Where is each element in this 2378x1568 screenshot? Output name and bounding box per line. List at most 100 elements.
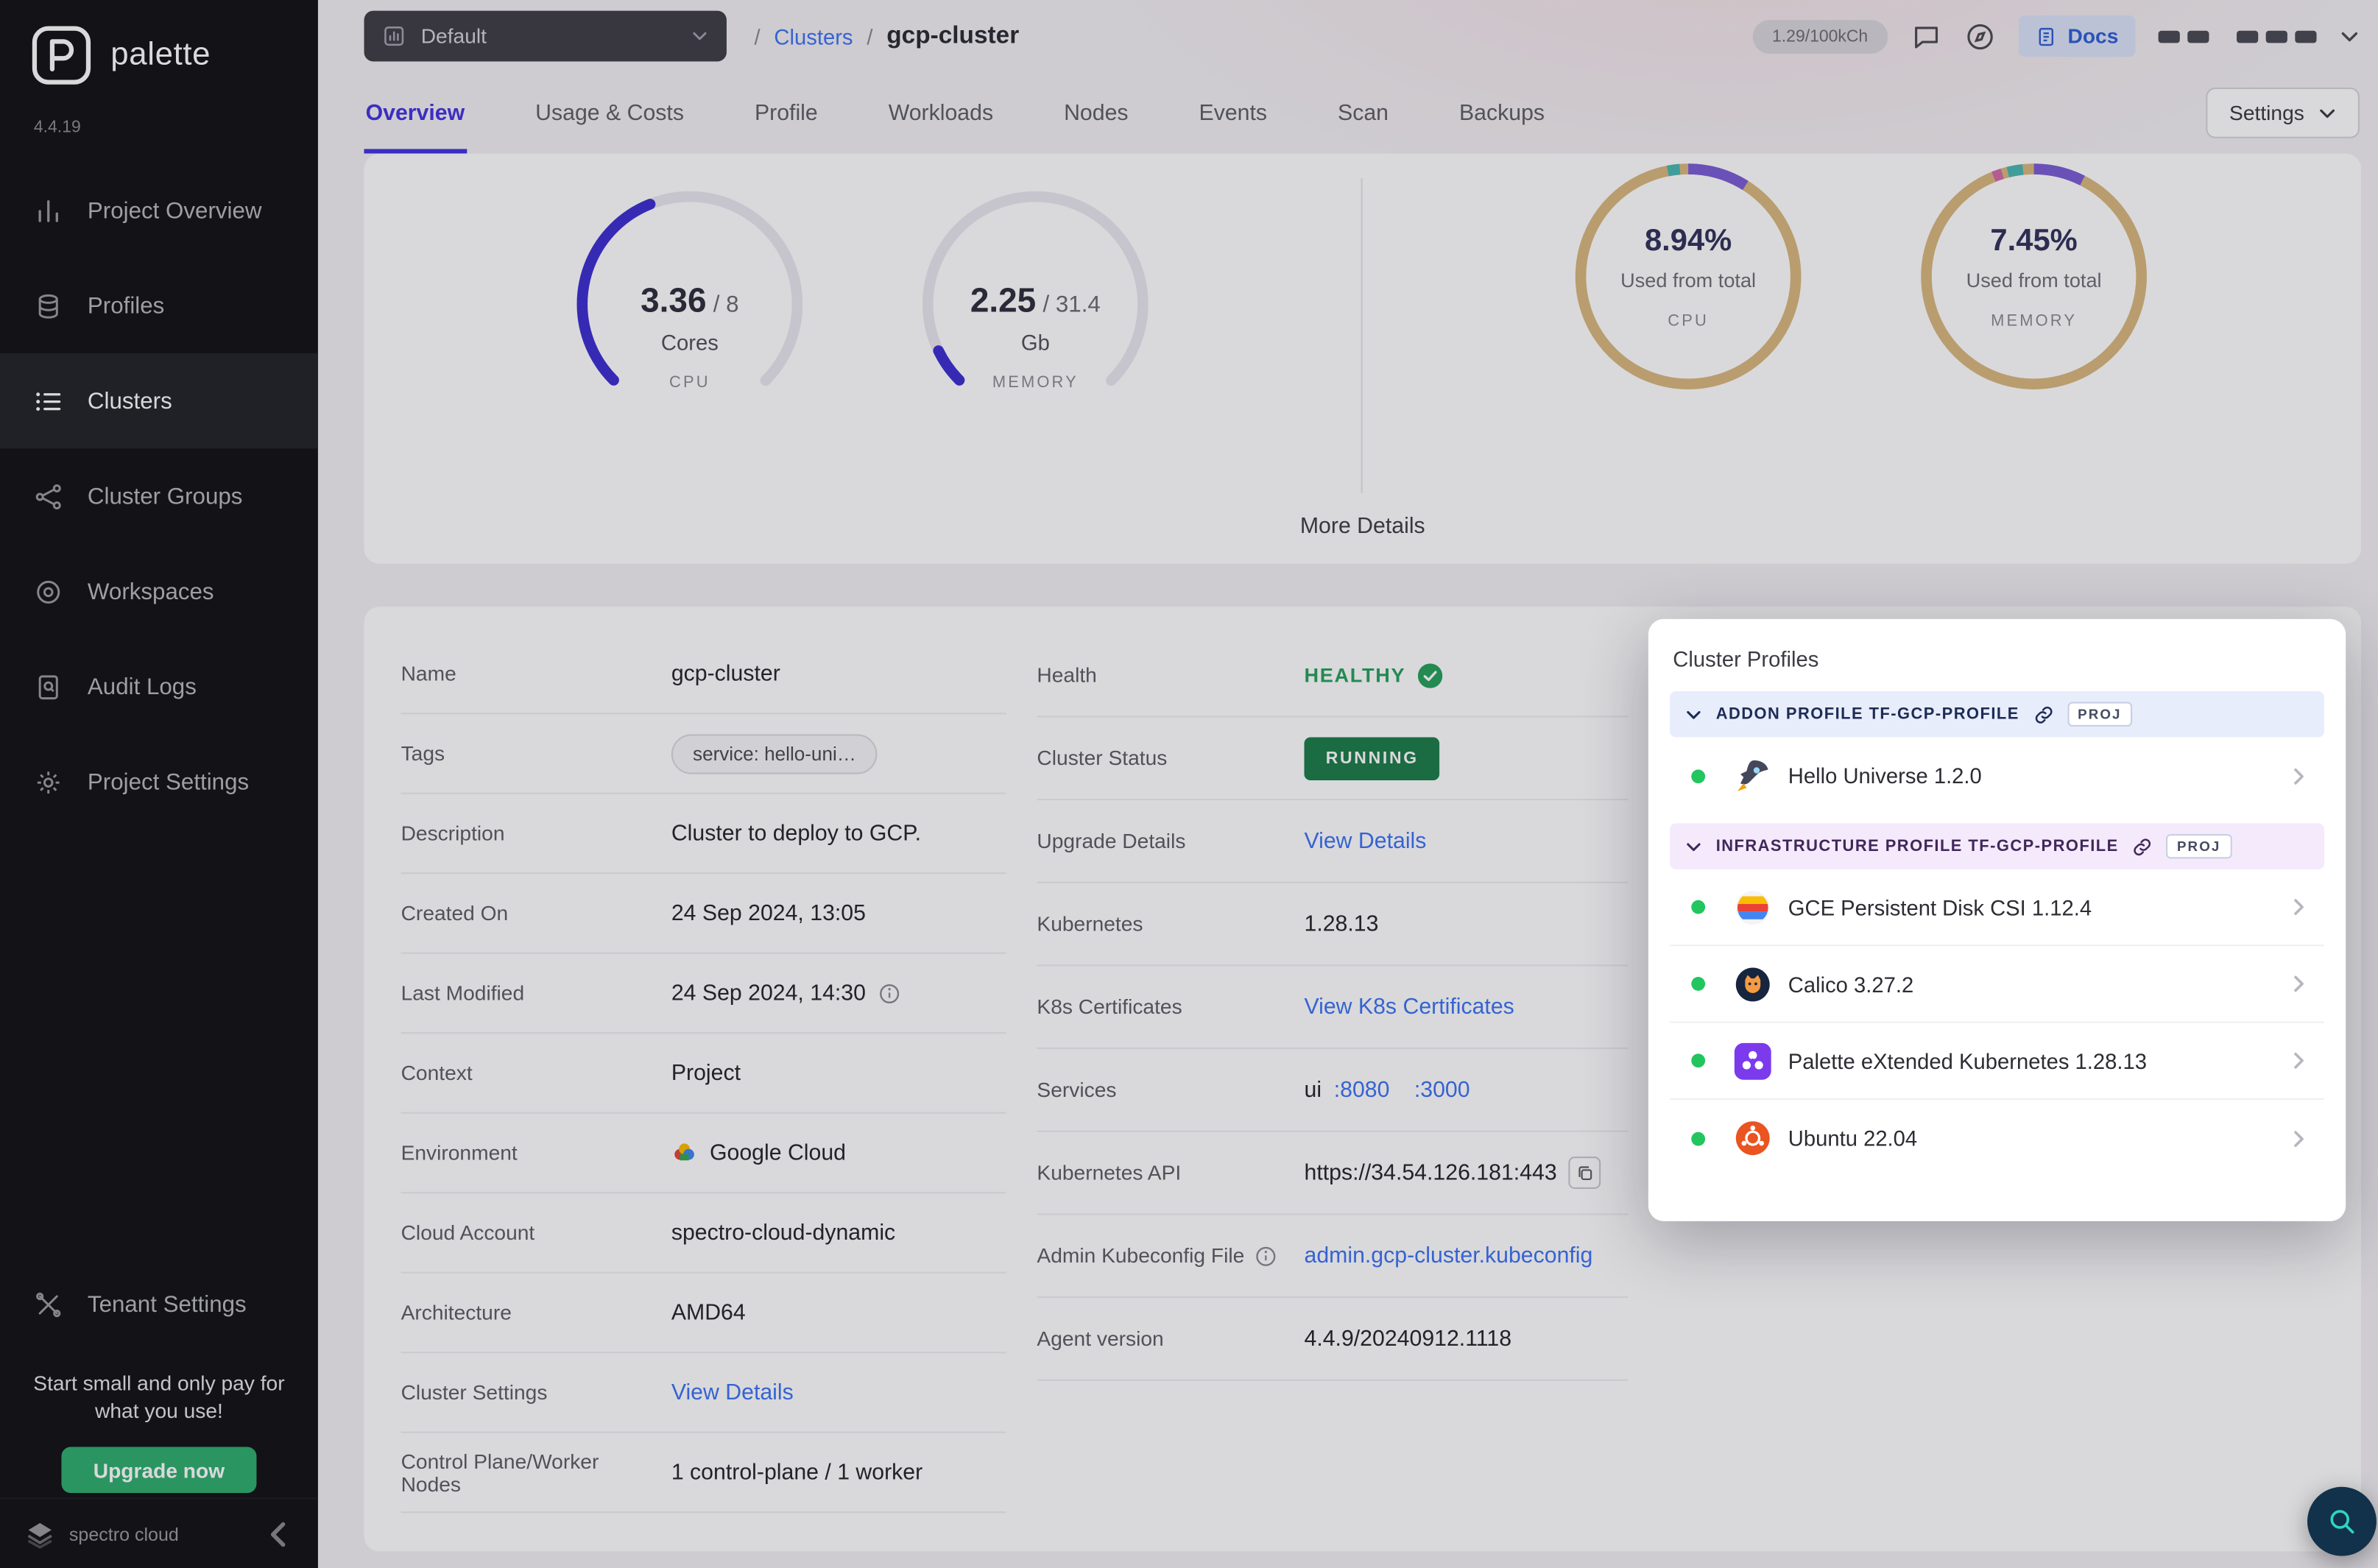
project-selector-value: Default <box>421 24 676 47</box>
sidebar-item-workspaces[interactable]: Workspaces <box>0 544 318 639</box>
detail-value: Cluster to deploy to GCP. <box>671 821 921 845</box>
detail-value: AMD64 <box>671 1300 746 1324</box>
help-compass-icon[interactable] <box>1965 21 1996 52</box>
cpu-donut-caption: Used from total <box>1570 269 1806 292</box>
sidebar-item-clusters[interactable]: Clusters <box>0 353 318 448</box>
detail-label: Architecture <box>401 1301 671 1324</box>
chat-icon[interactable] <box>1911 21 1942 52</box>
sidebar-item-audit-logs[interactable]: Audit Logs <box>0 639 318 734</box>
profile-layer-hello-universe[interactable]: Hello Universe 1.2.0 <box>1670 738 2324 814</box>
tab-usage-costs[interactable]: Usage & Costs <box>534 72 685 154</box>
collapse-sidebar-icon[interactable] <box>263 1519 294 1550</box>
link-icon <box>2132 836 2152 856</box>
tab-events[interactable]: Events <box>1197 72 1269 154</box>
tag-pill[interactable]: service: hello-uni… <box>671 733 878 773</box>
status-dot <box>1691 769 1705 783</box>
settings-button[interactable]: Settings <box>2206 88 2360 138</box>
project-selector[interactable]: Default <box>364 11 727 62</box>
memory-donut-caption: Used from total <box>1916 269 2152 292</box>
detail-label: Environment <box>401 1141 671 1164</box>
view-k8s-certificates-link[interactable]: View K8s Certificates <box>1304 995 1514 1019</box>
detail-row-k8s-certificates: K8s Certificates View K8s Certificates <box>1037 966 1628 1049</box>
document-icon <box>2036 25 2057 46</box>
tab-nodes[interactable]: Nodes <box>1062 72 1130 154</box>
detail-label: Description <box>401 822 671 844</box>
app-window: palette 4.4.19 Project Overview Profiles… <box>0 0 2378 1568</box>
chevron-right-icon <box>2289 1050 2309 1070</box>
detail-row-architecture: Architecture AMD64 <box>401 1274 1006 1354</box>
memory-donut-label: MEMORY <box>1916 312 2152 331</box>
addon-profile-section-header[interactable]: ADDON PROFILE TF-GCP-PROFILE PROJ <box>1670 691 2324 738</box>
sidebar-item-label: Profiles <box>88 292 164 318</box>
cpu-donut-label: CPU <box>1570 312 1806 331</box>
running-status-badge: RUNNING <box>1304 737 1440 780</box>
sidebar-item-project-settings[interactable]: Project Settings <box>0 734 318 829</box>
bar-chart-icon <box>34 196 63 225</box>
sidebar-item-label: Tenant Settings <box>88 1291 247 1317</box>
service-port-link[interactable]: :8080 <box>1334 1078 1390 1102</box>
detail-label: Last Modified <box>401 981 671 1004</box>
sidebar-footer: spectro cloud <box>0 1497 318 1568</box>
info-icon[interactable] <box>1255 1245 1277 1266</box>
audit-log-icon <box>34 672 63 702</box>
kubeconfig-download-link[interactable]: admin.gcp-cluster.kubeconfig <box>1304 1243 1592 1268</box>
chevron-down-icon <box>1685 706 1702 723</box>
detail-row-cloud-account: Cloud Account spectro-cloud-dynamic <box>401 1193 1006 1274</box>
target-icon <box>34 577 63 607</box>
chevron-right-icon <box>2289 974 2309 994</box>
detail-value: Project <box>671 1061 741 1085</box>
info-icon[interactable] <box>878 982 900 1003</box>
more-details-link[interactable]: More Details <box>364 515 2362 539</box>
tab-overview[interactable]: Overview <box>364 72 467 154</box>
service-name: ui <box>1304 1078 1322 1102</box>
status-dot <box>1691 900 1705 914</box>
service-port-link[interactable]: :3000 <box>1414 1078 1470 1102</box>
node-graph-icon <box>34 481 63 511</box>
sidebar-item-cluster-groups[interactable]: Cluster Groups <box>0 448 318 543</box>
sidebar-item-label: Workspaces <box>88 579 214 604</box>
infrastructure-profile-section-header[interactable]: INFRASTRUCTURE PROFILE TF-GCP-PROFILE PR… <box>1670 823 2324 869</box>
tab-workloads[interactable]: Workloads <box>887 72 995 154</box>
detail-label: Kubernetes API <box>1037 1161 1304 1184</box>
detail-value: gcp-cluster <box>671 661 780 685</box>
profile-layer-calico[interactable]: Calico 3.27.2 <box>1670 946 2324 1023</box>
sidebar-item-tenant-settings[interactable]: Tenant Settings <box>0 1257 318 1352</box>
tab-backups[interactable]: Backups <box>1458 72 1546 154</box>
profile-layer-gce-disk[interactable]: GCE Persistent Disk CSI 1.12.4 <box>1670 869 2324 946</box>
cluster-profiles-popover: Cluster Profiles ADDON PROFILE TF-GCP-PR… <box>1648 619 2346 1221</box>
profile-layer-pxk[interactable]: Palette eXtended Kubernetes 1.28.13 <box>1670 1023 2324 1100</box>
memory-used-value: 2.25 <box>970 281 1036 319</box>
support-fab-button[interactable] <box>2307 1487 2377 1556</box>
detail-row-kubernetes: Kubernetes 1.28.13 <box>1037 883 1628 967</box>
detail-row-environment: Environment Google Cloud <box>401 1114 1006 1194</box>
metrics-divider <box>1361 178 1363 493</box>
memory-total-value: / 31.4 <box>1043 292 1101 317</box>
detail-row-admin-kubeconfig: Admin Kubeconfig File admin.gcp-cluster.… <box>1037 1215 1628 1298</box>
copy-icon[interactable] <box>1569 1156 1601 1189</box>
memory-gauge-label: MEMORY <box>917 373 1154 392</box>
user-menu-chevron-icon[interactable] <box>2340 21 2360 52</box>
ubuntu-icon <box>1735 1120 1771 1156</box>
docs-button[interactable]: Docs <box>2019 15 2136 57</box>
sidebar-item-profiles[interactable]: Profiles <box>0 258 318 353</box>
breadcrumb-clusters-link[interactable]: Clusters <box>774 24 853 48</box>
popover-title: Cluster Profiles <box>1673 646 2321 671</box>
cluster-settings-view-details-link[interactable]: View Details <box>671 1380 794 1405</box>
upgrade-view-details-link[interactable]: View Details <box>1304 829 1426 853</box>
detail-value: Google Cloud <box>710 1140 846 1165</box>
detail-value: 24 Sep 2024, 13:05 <box>671 901 866 925</box>
redacted-user-info <box>2159 30 2317 43</box>
tab-scan[interactable]: Scan <box>1336 72 1390 154</box>
details-right-column: Health HEALTHY Cluster Status RUNNING Up… <box>1037 635 1628 1381</box>
profile-layer-name: Palette eXtended Kubernetes 1.28.13 <box>1788 1048 2147 1073</box>
sidebar-item-project-overview[interactable]: Project Overview <box>0 163 318 258</box>
profile-layer-ubuntu[interactable]: Ubuntu 22.04 <box>1670 1100 2324 1176</box>
upgrade-now-button[interactable]: Upgrade now <box>61 1447 256 1494</box>
detail-label: Tags <box>401 742 671 765</box>
brand: palette <box>31 24 211 85</box>
detail-value: 1.28.13 <box>1304 911 1378 936</box>
tab-profile[interactable]: Profile <box>753 72 819 154</box>
top-bar: Default / Clusters / gcp-cluster 1.29/10… <box>318 0 2378 72</box>
chevron-down-icon <box>1685 838 1702 855</box>
section-title: INFRASTRUCTURE PROFILE TF-GCP-PROFILE <box>1716 837 2119 855</box>
